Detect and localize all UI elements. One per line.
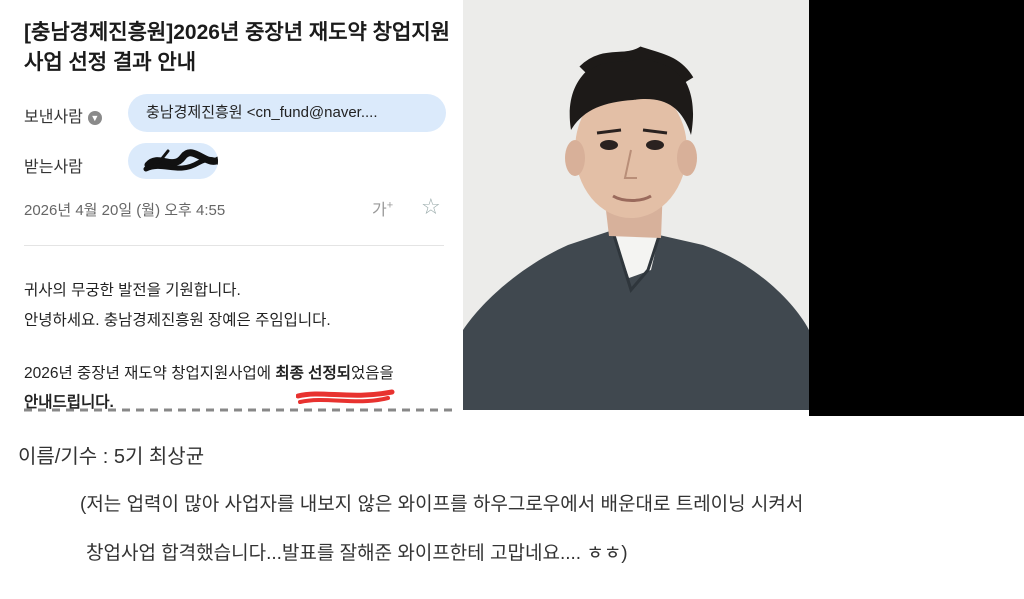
body-line: 안녕하세요. 충남경제진흥원 장예은 주임입니다.: [24, 312, 331, 329]
email-subject: [충남경제진흥원]2026년 중장년 재도약 창업지원사업 선정 결과 안내: [24, 21, 450, 74]
portrait-photo: [463, 0, 809, 410]
caption-panel: 이름/기수 : 5기 최상균 (저는 업력이 많아 사업자를 내보지 않은 와이…: [0, 416, 1024, 599]
body-text: 2026년 중장년 재도약 창업지원사업에: [24, 365, 276, 382]
chevron-down-icon[interactable]: ▼: [87, 110, 102, 125]
testimonial-line-1: (저는 업력이 많아 사업자를 내보지 않은 와이프를 하우그로우에서 배운대로…: [80, 494, 804, 515]
body-text: 었음을: [350, 365, 394, 382]
email-panel: [충남경제진흥원]2026년 중장년 재도약 창업지원사업 선정 결과 안내 보…: [0, 0, 463, 413]
testimonial-line-2: 창업사업 합격했습니다...발표를 잘해준 와이프한테 고맙네요.... ㅎㅎ): [86, 543, 628, 564]
email-date: 2026년 4월 20일 (월) 오후 4:55: [24, 202, 226, 219]
body-line: 귀사의 무궁한 발전을 기원합니다.: [24, 282, 241, 299]
cut-off-text: [24, 408, 454, 412]
star-icon[interactable]: ☆: [421, 194, 441, 220]
font-size-icon[interactable]: 가+: [372, 196, 393, 220]
sender-label: 보낸사람 ▼: [24, 103, 102, 127]
black-background: [809, 0, 1024, 416]
font-size-icon-label: 가: [372, 202, 387, 219]
body-line: 2026년 중장년 재도약 창업지원사업에 최종 선정되었음을: [24, 361, 394, 383]
divider: [24, 245, 444, 246]
recipient-chip[interactable]: [128, 143, 218, 179]
recipient-label: 받는사람: [24, 159, 83, 176]
name-cohort-line: 이름/기수 : 5기 최상균: [18, 446, 205, 468]
person-photo: [463, 0, 809, 410]
highlight-text: 최종 선정되: [275, 365, 351, 382]
sender-label-text: 보낸사람: [24, 109, 83, 126]
redaction-scribble: [143, 149, 218, 172]
sender-chip[interactable]: 충남경제진흥원 <cn_fund@naver....: [128, 94, 446, 132]
